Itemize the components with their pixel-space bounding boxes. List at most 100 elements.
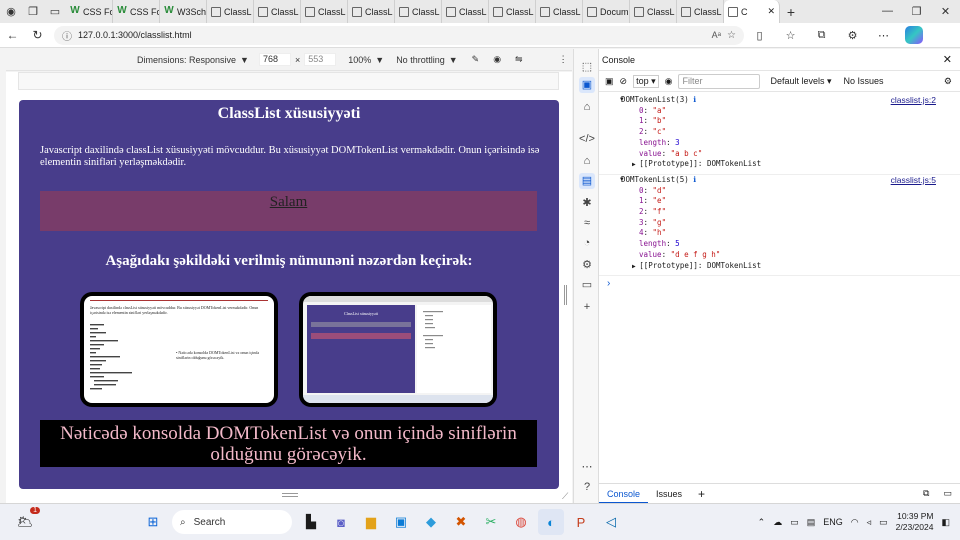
browser-tab[interactable]: Docum (583, 0, 630, 23)
chrome-icon[interactable]: ◍ (508, 509, 534, 535)
teams-icon[interactable]: ◙ (328, 509, 354, 535)
browser-tab[interactable]: W CSS Fo (113, 0, 160, 23)
tray-overflow-icon[interactable]: ⌃ (758, 517, 766, 528)
weather-icon[interactable]: 🌥 1 (12, 507, 40, 535)
dock-icon[interactable]: ⧉ (923, 488, 929, 499)
elements-icon[interactable]: </> (579, 131, 595, 147)
browser-tab[interactable]: ClassL (395, 0, 442, 23)
width-input[interactable]: 768 (258, 53, 291, 66)
display-icon[interactable]: ▭ (790, 517, 799, 528)
minimize-icon[interactable]: — (873, 5, 902, 18)
browser-tab[interactable]: ClassL (630, 0, 677, 23)
more-icon[interactable]: ⋯ (868, 29, 899, 42)
browser-tab[interactable]: ClassL (677, 0, 724, 23)
workspaces-icon[interactable]: ❐ (22, 0, 44, 23)
context-select[interactable]: top ▾ (633, 74, 659, 88)
info-icon[interactable]: ⓘ (62, 28, 72, 43)
vscode-icon[interactable]: ◁ (598, 509, 624, 535)
xampp-icon[interactable]: ✖ (448, 509, 474, 535)
rotate-icon[interactable]: ⇋ (515, 54, 523, 65)
favorite-star-icon[interactable]: ☆ (727, 30, 736, 41)
close-tab-icon[interactable]: ✕ (767, 6, 775, 17)
favorites-icon[interactable]: ☆ (775, 29, 806, 42)
sources-icon[interactable]: ✱ (579, 195, 595, 211)
notifications-icon[interactable]: ◧ (941, 517, 950, 528)
console-prompt[interactable]: › (599, 276, 960, 292)
edge-icon[interactable]: ◐ (538, 509, 564, 535)
browser-tab[interactable]: W CSS Fo (66, 0, 113, 23)
active-tab[interactable]: C ✕ (724, 0, 780, 23)
drawer-close-icon[interactable]: ▭ (943, 488, 952, 499)
welcome-icon[interactable]: ⌂ (579, 99, 595, 115)
live-expression-icon[interactable]: ◉ (665, 76, 673, 87)
volume-icon[interactable]: ◃ (867, 517, 872, 528)
prototype-row[interactable]: [[Prototype]]: DOMTokenList (621, 159, 960, 171)
source-link[interactable]: classlist.js:5 (891, 175, 936, 186)
browser-tab[interactable]: ClassL (536, 0, 583, 23)
drawer-tab-console[interactable]: Console (599, 484, 649, 504)
collections-icon[interactable]: ⧉ (806, 29, 837, 42)
browser-tab[interactable]: ClassL (301, 0, 348, 23)
sidebar-more-icon[interactable]: ⋯ (579, 459, 595, 475)
taskbar-search[interactable]: ⌕ Search (172, 510, 292, 534)
dimensions-dropdown-icon[interactable]: ▼ (240, 55, 249, 65)
refresh-icon[interactable]: ↻ (25, 28, 50, 42)
media-query-bar[interactable] (18, 72, 559, 90)
inspect-icon[interactable]: ⬚ (579, 59, 595, 75)
console-icon[interactable]: ▤ (579, 173, 595, 189)
close-window-icon[interactable]: ✕ (931, 5, 960, 18)
device-more-icon[interactable]: ⋮ (559, 54, 568, 65)
extensions-icon[interactable]: ⚙ (837, 29, 868, 42)
device-toggle-icon[interactable]: ▣ (579, 77, 595, 93)
prototype-row[interactable]: [[Prototype]]: DOMTokenList (621, 261, 960, 273)
new-tab-button[interactable]: + (780, 4, 802, 20)
start-icon[interactable]: ⊞ (140, 509, 166, 535)
browser-tab[interactable]: W W3Sch (160, 0, 207, 23)
zoom-dropdown-icon[interactable]: ▼ (375, 55, 384, 65)
battery-icon[interactable]: ▭ (879, 517, 888, 528)
home-icon[interactable]: ⌂ (579, 153, 595, 169)
add-tool-icon[interactable]: + (579, 299, 595, 315)
console-settings-icon[interactable]: ⚙ (944, 76, 952, 87)
help-icon[interactable]: ? (579, 479, 595, 495)
file-explorer-icon[interactable]: ▆ (358, 509, 384, 535)
network-icon[interactable]: ≈ (579, 215, 595, 231)
sidebar-toggle-icon[interactable]: ▣ (605, 76, 614, 87)
resize-handle-right[interactable] (564, 285, 567, 305)
vscode-insiders-icon[interactable]: ◆ (418, 509, 444, 535)
address-bar[interactable]: ⓘ 127.0.0.1:3000/classlist.html Aᵃ ☆ (54, 25, 744, 45)
browser-tab[interactable]: ClassL (207, 0, 254, 23)
snipping-icon[interactable]: ✂ (478, 509, 504, 535)
browser-tab[interactable]: ClassL (442, 0, 489, 23)
height-input[interactable]: 553 (304, 53, 337, 66)
widgets-icon[interactable]: ▤ (807, 517, 816, 528)
issues-count[interactable]: No Issues (844, 76, 884, 86)
cloud-icon[interactable]: ☁ (773, 517, 782, 528)
levels-select[interactable]: Default levels ▾ (770, 76, 831, 87)
throttle-select[interactable]: No throttling (396, 55, 445, 65)
filter-input[interactable]: Filter (678, 73, 761, 89)
close-panel-icon[interactable]: ✕ (943, 53, 952, 66)
browser-tab[interactable]: ClassL (489, 0, 536, 23)
resize-corner-icon[interactable]: ⟋ (562, 491, 568, 502)
wifi-icon[interactable]: ◠ (851, 517, 859, 528)
browser-tab[interactable]: ClassL (254, 0, 301, 23)
console-log-entry[interactable]: DOMTokenList(3) ℹ classlist.js:2 0: "a"1: … (599, 95, 960, 175)
zoom-select[interactable]: 100% (348, 55, 371, 65)
url-text[interactable]: 127.0.0.1:3000/classlist.html (78, 30, 192, 40)
store-icon[interactable]: ▣ (388, 509, 414, 535)
restore-icon[interactable]: ❐ (902, 5, 931, 18)
dimensions-select[interactable]: Dimensions: Responsive (137, 55, 236, 65)
drawer-add-icon[interactable]: + (690, 484, 713, 504)
task-view-icon[interactable]: ▙ (298, 509, 324, 535)
tab-actions-icon[interactable]: ▭ (44, 0, 66, 23)
clock[interactable]: 10:39 PM 2/23/2024 (896, 511, 934, 533)
drawer-tab-issues[interactable]: Issues (648, 484, 690, 504)
application-icon[interactable]: ▭ (579, 277, 595, 293)
console-log-entry[interactable]: DOMTokenList(5) ℹ classlist.js:5 0: "d"1: … (599, 175, 960, 277)
resize-handle-bottom[interactable] (282, 493, 298, 497)
read-aloud-icon[interactable]: Aᵃ (712, 30, 721, 40)
clear-console-icon[interactable]: ⊘ (620, 76, 628, 87)
throttle-dropdown-icon[interactable]: ▼ (449, 55, 458, 65)
language-indicator[interactable]: ENG (823, 517, 843, 527)
